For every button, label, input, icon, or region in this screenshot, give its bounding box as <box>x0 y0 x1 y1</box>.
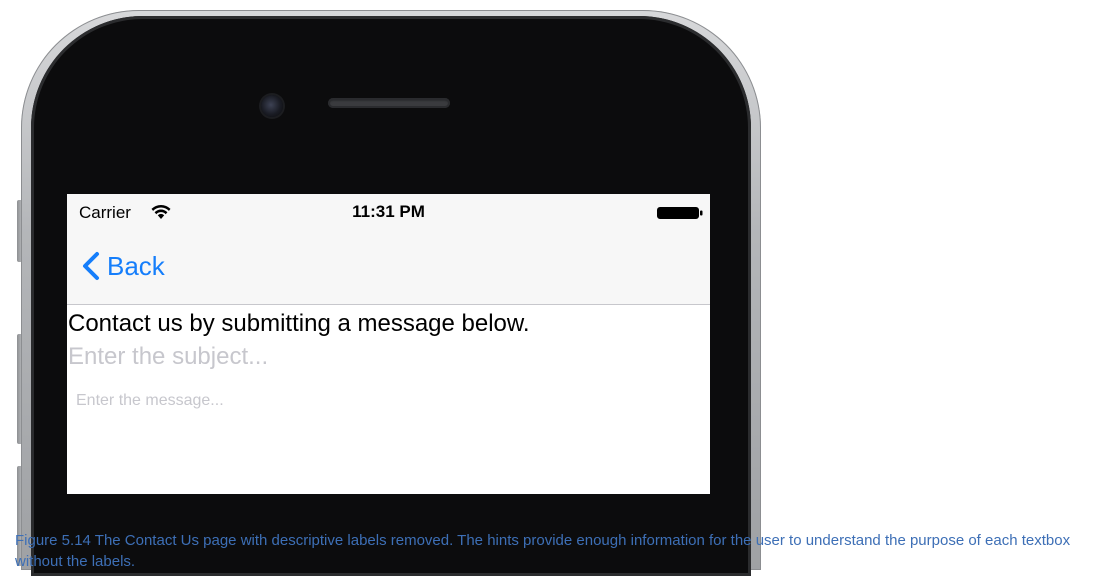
phone-screen: Carrier 11:31 PM Back Contact us by subm… <box>67 194 710 494</box>
camera-icon <box>261 95 283 117</box>
battery-icon <box>657 207 703 219</box>
navigation-bar: Back <box>67 232 710 305</box>
page-instructions: Contact us by submitting a message below… <box>68 310 530 337</box>
subject-input[interactable] <box>68 340 668 374</box>
status-time: 11:31 PM <box>352 202 425 221</box>
message-textarea[interactable] <box>76 392 696 488</box>
back-button[interactable]: Back <box>81 248 165 284</box>
back-label: Back <box>107 250 165 281</box>
chevron-left-icon <box>83 252 99 280</box>
figure-caption: Figure 5.14 The Contact Us page with des… <box>15 532 1071 570</box>
status-bar: Carrier 11:31 PM <box>67 194 710 232</box>
speaker-grille <box>328 98 450 108</box>
